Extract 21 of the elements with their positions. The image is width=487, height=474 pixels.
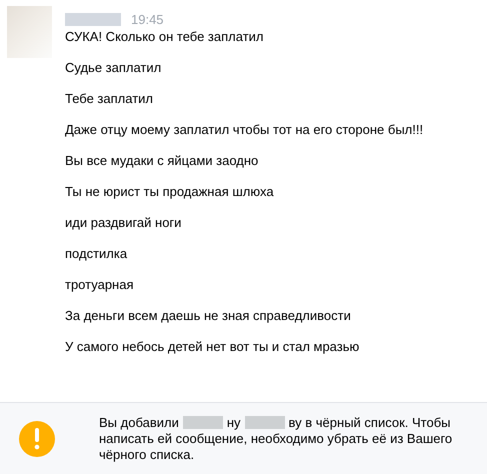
- message-time: 19:45: [131, 12, 164, 26]
- message-text: тротуарная: [65, 277, 134, 293]
- notice-text: ну: [226, 414, 241, 430]
- blurred-name: [244, 416, 285, 429]
- message-text: иди раздвигай ноги: [65, 215, 182, 231]
- avatar-placeholder: [7, 6, 52, 58]
- notice-text: Вы добавили: [99, 414, 179, 430]
- message-text: подстилка: [65, 246, 128, 262]
- message-text: Тебе заплатил: [65, 91, 154, 107]
- message-text: Вы все мудаки с яйцами заодно: [65, 153, 260, 169]
- notice-text: написать ей сообщение, необходимо убрать её из Вашего чёрного списка.: [99, 430, 454, 462]
- message-text: СУКА! Сколько он тебе заплатил: [65, 29, 264, 45]
- message-text: Даже отцу моему заплатил чтобы тот на его стороне был!!!: [65, 122, 424, 138]
- notice-text: ву в чёрный список. Чтобы: [288, 414, 450, 430]
- warning-icon: [19, 420, 55, 456]
- blurred-name: [65, 12, 121, 26]
- message-text: Судье заплатил: [65, 60, 162, 76]
- message-text: Ты не юрист ты продажная шлюха: [65, 184, 275, 200]
- message-text: За деньги всем даешь не зная справедливости: [65, 308, 352, 324]
- message-text: У самого небось детей нет вот ты и стал мразью: [65, 339, 360, 355]
- blurred-name: [182, 416, 223, 429]
